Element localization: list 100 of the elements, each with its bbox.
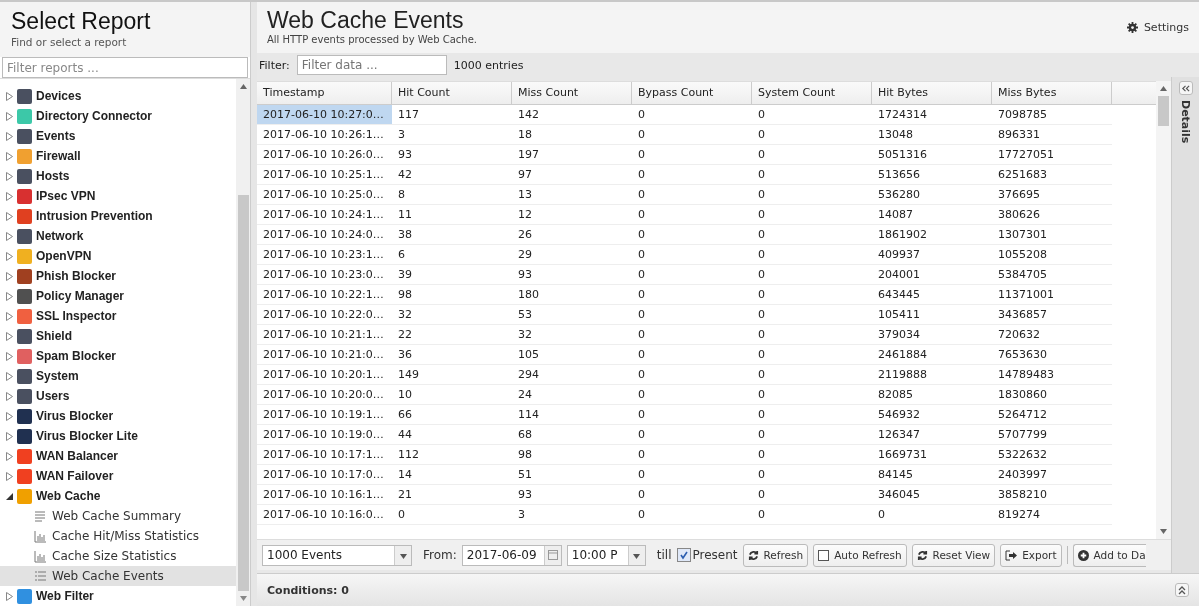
- tree-item[interactable]: Policy Manager: [36, 289, 125, 303]
- table-cell-text: 68: [517, 427, 533, 443]
- tree-item[interactable]: Web Cache Summary: [0, 506, 236, 526]
- filter-field[interactable]: Filter reports ...: [2, 57, 248, 78]
- tree-item[interactable]: Devices: [36, 89, 82, 103]
- table-cell-text: 10: [397, 387, 413, 403]
- table-cell-text: 2017-06-10 10:22:0…: [262, 307, 385, 323]
- tree-item[interactable]: Virus Blocker: [36, 409, 114, 423]
- table-cell-text: 3: [397, 127, 406, 143]
- tree-item[interactable]: System: [36, 369, 79, 383]
- tree-item[interactable]: Directory Connector: [36, 109, 153, 123]
- table-cell-text: 0: [757, 407, 766, 423]
- table-cell-text: 0: [757, 427, 766, 443]
- filter-label: Filter:: [259, 58, 290, 72]
- table-cell-text: 409937: [877, 247, 921, 263]
- table-cell-text: 0: [637, 227, 646, 243]
- toolbar-button[interactable]: Auto Refresh: [813, 543, 907, 567]
- tree-item[interactable]: Cache Size Statistics: [0, 546, 236, 566]
- column-header[interactable]: Miss Bytes: [992, 82, 1112, 104]
- column-header[interactable]: System Count: [752, 82, 872, 104]
- limit-dropdown[interactable]: 1000 Events: [262, 544, 412, 566]
- tree-item[interactable]: Web Cache Events: [0, 566, 236, 586]
- table-cell-text: 2017-06-10 10:19:0…: [262, 427, 385, 443]
- table-cell-text: 819274: [997, 507, 1041, 523]
- tree-item[interactable]: Intrusion Prevention: [36, 209, 153, 223]
- tree-item[interactable]: Users: [36, 389, 70, 403]
- table-cell-text: 0: [757, 307, 766, 323]
- table-cell-text: 11: [397, 207, 413, 223]
- table-cell-text: 0: [757, 487, 766, 503]
- column-header[interactable]: Miss Count: [512, 82, 632, 104]
- tree-item[interactable]: Web Cache: [36, 489, 101, 503]
- tree-item[interactable]: Spam Blocker: [36, 349, 117, 363]
- expand-button[interactable]: [1175, 583, 1189, 597]
- scrollbar[interactable]: [1156, 81, 1171, 539]
- scroll-thumb[interactable]: [1158, 96, 1169, 126]
- table-cell-text: 14789483: [997, 367, 1055, 383]
- table-cell-text: 97: [517, 167, 533, 183]
- toolbar-button[interactable]: Refresh: [742, 543, 809, 567]
- tree-item[interactable]: Shield: [36, 329, 72, 343]
- column-header[interactable]: Bypass Count: [632, 82, 752, 104]
- column-header[interactable]: Hit Count: [392, 82, 512, 104]
- table-cell-text: 21: [397, 487, 413, 503]
- table-cell-text: 2017-06-10 10:17:1…: [262, 447, 385, 463]
- table-cell-text: 8: [397, 187, 406, 203]
- scroll-thumb[interactable]: [237, 195, 249, 591]
- table-cell-text: 13048: [877, 127, 914, 143]
- tree-item[interactable]: Hosts: [36, 169, 70, 183]
- tree-item[interactable]: Virus Blocker Lite: [36, 429, 138, 443]
- table-cell-text: 2017-06-10 10:21:0…: [262, 347, 385, 363]
- tree-item[interactable]: WAN Failover: [36, 469, 114, 483]
- table-cell-text: 0: [877, 507, 886, 523]
- table-cell-text: 0: [637, 107, 646, 123]
- table-cell-text: 1861902: [877, 227, 928, 243]
- scroll-down-icon[interactable]: [239, 596, 247, 601]
- tree-item[interactable]: Network: [36, 229, 84, 243]
- scroll-up-icon[interactable]: [1160, 86, 1167, 91]
- table-cell-text: 6251683: [997, 167, 1048, 183]
- date-field[interactable]: 2017-06-09: [461, 544, 562, 566]
- table-cell-text: 2017-06-10 10:16:1…: [262, 487, 385, 503]
- collapse-button[interactable]: [1178, 81, 1193, 95]
- tree-item[interactable]: OpenVPN: [36, 249, 92, 263]
- time-dropdown[interactable]: 10:00 P: [566, 544, 646, 566]
- toolbar-button[interactable]: Export: [1000, 543, 1062, 567]
- table-cell-text: 0: [637, 407, 646, 423]
- filter-field[interactable]: Filter data ...: [296, 55, 447, 75]
- tree-item[interactable]: Firewall: [36, 149, 81, 163]
- table-cell-text: 5051316: [877, 147, 928, 163]
- table-cell-text: 2017-06-10 10:17:0…: [262, 467, 385, 483]
- scroll-up-icon[interactable]: [239, 84, 247, 89]
- table-cell-text: 93: [517, 267, 533, 283]
- toolbar-button[interactable]: Add to Da: [1072, 543, 1146, 567]
- table-cell-text: 112: [397, 447, 420, 463]
- tree-item[interactable]: Web Filter: [36, 589, 94, 603]
- table-cell-text: 5707799: [997, 427, 1048, 443]
- scrollbar[interactable]: [236, 79, 250, 606]
- table-cell-text: 0: [637, 487, 646, 503]
- tree-item[interactable]: SSL Inspector: [36, 309, 117, 323]
- scroll-down-icon[interactable]: [1160, 529, 1167, 534]
- tree-item[interactable]: Phish Blocker: [36, 269, 117, 283]
- table-cell-text: 0: [757, 347, 766, 363]
- toolbar-button[interactable]: Reset View: [911, 543, 996, 567]
- table-cell-text: 0: [757, 227, 766, 243]
- expander-icon[interactable]: [6, 491, 13, 501]
- page-title: Web Cache Events: [267, 7, 465, 33]
- tree-item[interactable]: Cache Hit/Miss Statistics: [0, 526, 236, 546]
- checkbox[interactable]: [818, 549, 830, 561]
- tree-item[interactable]: IPsec VPN: [36, 189, 96, 203]
- tree-item[interactable]: Events: [36, 129, 76, 143]
- column-header[interactable]: Timestamp: [257, 82, 392, 104]
- table-cell-text: 720632: [997, 327, 1041, 343]
- panel-label[interactable]: Details: [1179, 100, 1192, 144]
- column-header[interactable]: Hit Bytes: [872, 82, 992, 104]
- present-checkbox[interactable]: [676, 548, 691, 562]
- calendar-icon[interactable]: [547, 550, 558, 560]
- table-cell-text: 0: [757, 287, 766, 303]
- refresh-icon: [916, 549, 928, 561]
- settings-button[interactable]: Settings: [1126, 21, 1189, 34]
- table-cell-text: 114: [517, 407, 540, 423]
- table-cell-text: 379034: [877, 327, 921, 343]
- tree-item[interactable]: WAN Balancer: [36, 449, 119, 463]
